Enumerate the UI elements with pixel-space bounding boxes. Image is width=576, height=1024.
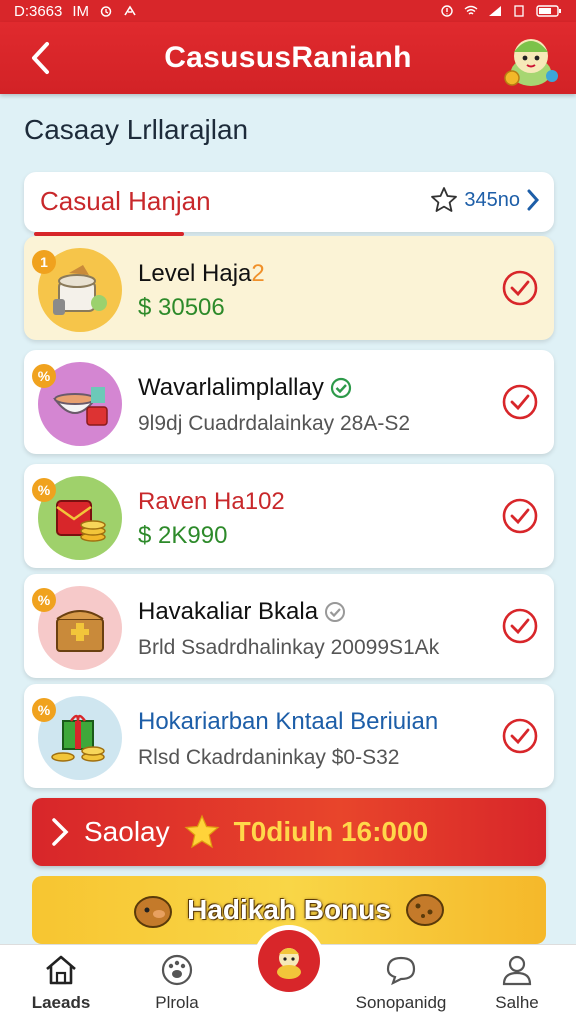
check-circle-icon[interactable]: [502, 270, 538, 306]
app-title: CasususRanianh: [164, 41, 412, 74]
alarm-icon: [100, 6, 112, 17]
item-amount: $ 2K990: [138, 522, 228, 549]
sim-icon: [514, 5, 524, 17]
nav-label: Salhe: [495, 993, 539, 1012]
star-outline-icon: [431, 187, 458, 212]
list-item[interactable]: % Wavarlalimplallay 9l9dj Cuadrdalainkay…: [24, 350, 554, 454]
category-tab-card: Casual Hanjan 345no: [24, 172, 554, 236]
chevron-right-icon: [527, 189, 540, 211]
status-time: D:3663: [14, 2, 63, 20]
check-circle-icon[interactable]: [502, 608, 538, 644]
nav-item-chat[interactable]: Sonopanidg: [346, 953, 456, 1021]
status-carrier: IM: [72, 2, 90, 20]
red-envelope-icon: [56, 500, 106, 542]
alert-icon: [441, 5, 453, 17]
bottom-navigation: Laeads Plrola Sonopanidg Salhe: [0, 925, 576, 1024]
list-item[interactable]: % Raven Ha102 $ 2K990: [24, 464, 554, 568]
item-subtitle: 9l9dj Cuadrdalainkay 28A-S2: [138, 412, 411, 435]
chat-icon: [386, 956, 416, 986]
banner-amount: T0diuln 16:000: [233, 816, 429, 847]
user-icon: [502, 955, 532, 986]
mascot-icon: [277, 948, 301, 979]
check-circle-icon[interactable]: [502, 718, 538, 754]
gift-coins-icon: [51, 714, 105, 762]
item-name: Level Haja 2: [138, 260, 265, 288]
tab-count: 345no: [464, 188, 520, 211]
list-item[interactable]: % Hokariarban Kntaal Beriuian Rlsd Ckadr…: [24, 684, 554, 788]
treasure-chest-icon: [56, 610, 104, 652]
tab-casual[interactable]: Casual Hanjan: [40, 186, 211, 217]
item-name-text: Havakaliar Bkala: [138, 598, 319, 625]
item-name-text: Level Haja: [138, 260, 252, 287]
mascot-icon[interactable]: [500, 28, 562, 90]
list-item[interactable]: 1 Level Haja 2 $ 30506: [24, 236, 554, 340]
item-amount: $ 30506: [138, 294, 225, 321]
item-name: Havakaliar Bkala: [138, 598, 346, 626]
check-circle-icon[interactable]: [502, 384, 538, 420]
verified-icon: [325, 602, 346, 622]
rank-badge: 1: [32, 250, 56, 274]
item-name-suffix: 2: [251, 260, 265, 287]
item-subtitle: Brld Ssadrdhalinkay 20099S1Ak: [138, 636, 440, 659]
rank-badge: %: [32, 588, 56, 612]
coin-pig-icon: [134, 896, 173, 928]
banner-label: Saolay: [84, 816, 170, 847]
signal-icon: [489, 6, 501, 16]
app-bar: CasususRanianh: [0, 22, 576, 94]
cookie-icon: [405, 894, 444, 926]
rank-badge: %: [32, 478, 56, 502]
check-circle-icon[interactable]: [502, 498, 538, 534]
item-subtitle: Rlsd Ckadrdaninkay $0-S32: [138, 746, 400, 769]
back-button[interactable]: [20, 36, 60, 80]
verified-icon: [330, 377, 351, 399]
rank-badge: %: [32, 364, 56, 388]
battery-icon: [536, 5, 561, 17]
nav-item-home[interactable]: Laeads: [6, 953, 116, 1021]
home-icon: [46, 955, 76, 985]
chevron-right-icon: [52, 818, 69, 846]
nav-center-inner: [258, 930, 320, 992]
nav-center-button[interactable]: [253, 925, 325, 997]
list-item[interactable]: % Havakaliar Bkala Brld Ssadrdhalinkay 2…: [24, 574, 554, 678]
paw-icon: [161, 954, 193, 986]
item-name: Wavarlalimplallay: [138, 374, 352, 402]
total-banner-button[interactable]: Saolay T0diuln 16:000: [32, 798, 546, 866]
chevron-left-icon: [32, 42, 49, 74]
bowl-icon: [53, 387, 108, 426]
rice-cooker-icon: [53, 265, 107, 315]
page-heading: Casaay Lrllarajlan: [24, 114, 249, 145]
nav-item-profile[interactable]: Plrola: [122, 953, 232, 1021]
nav-label: Laeads: [31, 993, 91, 1012]
nav-item-user[interactable]: Salhe: [462, 953, 572, 1021]
notification-icon: [124, 5, 136, 16]
nav-label: Plrola: [155, 993, 199, 1012]
tab-more-link[interactable]: 345no: [430, 186, 540, 214]
star-icon: [184, 814, 220, 849]
nav-label: Sonopanidg: [355, 993, 447, 1012]
status-bar: D:3663 IM: [0, 0, 576, 22]
rank-badge: %: [32, 698, 56, 722]
bonus-label: Hadikah Bonus: [187, 894, 391, 925]
item-name: Hokariarban Kntaal Beriuian: [138, 708, 439, 735]
item-name: Raven Ha102: [138, 488, 285, 515]
item-name-text: Wavarlalimplallay: [138, 374, 324, 401]
wifi-icon: [464, 5, 478, 15]
